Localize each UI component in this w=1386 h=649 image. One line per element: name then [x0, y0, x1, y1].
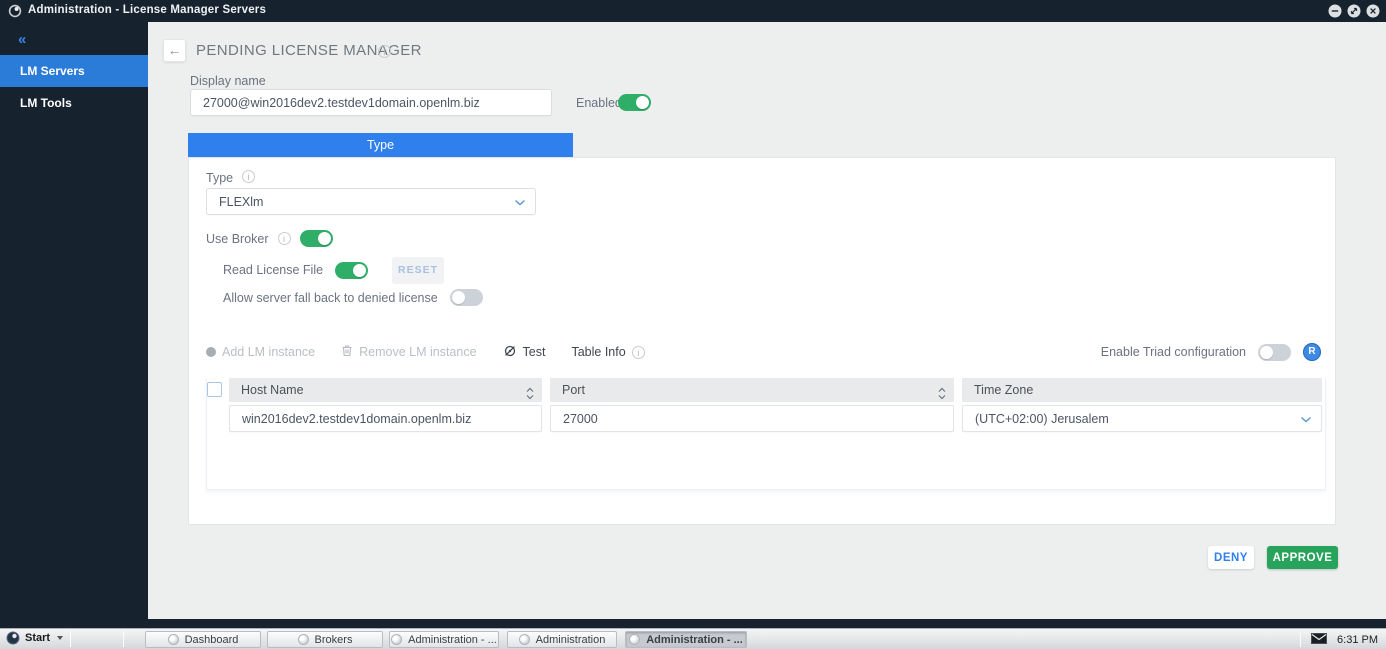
approve-button[interactable]: APPROVE — [1267, 546, 1338, 569]
display-name-input[interactable] — [190, 89, 552, 116]
minimize-icon[interactable] — [1328, 4, 1342, 18]
read-license-file-toggle[interactable] — [335, 262, 368, 279]
taskbar-item-brokers[interactable]: Brokers — [267, 631, 383, 648]
use-broker-info-icon[interactable] — [278, 232, 291, 245]
add-lm-instance-button[interactable]: Add LM instance — [206, 345, 315, 359]
table-info-icon — [632, 346, 645, 359]
sidebar: « LM Servers LM Tools — [0, 22, 148, 628]
r-badge-icon[interactable]: R — [1303, 343, 1321, 361]
window-controls — [1328, 4, 1380, 18]
taskbar-item-dashboard[interactable]: Dashboard — [145, 631, 261, 648]
sidebar-item-lm-servers[interactable]: LM Servers — [0, 55, 148, 87]
type-select-value: FLEXlm — [219, 195, 263, 209]
remove-lm-instance-button[interactable]: Remove LM instance — [341, 344, 476, 360]
lm-instance-table: Host Name Port Time Zone — [206, 378, 1326, 490]
test-icon — [503, 344, 517, 361]
taskbar: Start Dashboard Brokers Administration -… — [0, 628, 1386, 649]
app-icon — [629, 634, 640, 645]
mail-icon[interactable] — [1311, 631, 1327, 649]
window-title: Administration - License Manager Servers — [28, 4, 266, 16]
table-row — [229, 405, 542, 432]
column-header-port[interactable]: Port — [550, 378, 954, 402]
page-info-icon[interactable] — [378, 45, 391, 58]
type-panel: Type FLEXlm Use Broker Read License File… — [188, 157, 1336, 525]
start-caret-icon — [57, 636, 63, 640]
restore-icon[interactable] — [1347, 4, 1361, 18]
column-header-time-zone[interactable]: Time Zone — [962, 378, 1322, 402]
start-button[interactable]: Start — [6, 631, 63, 645]
read-license-file-label: Read License File — [223, 263, 323, 277]
tab-type[interactable]: Type — [188, 133, 573, 157]
title-bar: Administration - License Manager Servers — [0, 0, 1386, 22]
type-label: Type — [206, 171, 233, 185]
triad-config-label: Enable Triad configuration — [1101, 345, 1246, 359]
deny-button[interactable]: DENY — [1208, 546, 1254, 569]
instance-toolbar: Add LM instance Remove LM instance Test — [206, 343, 1321, 361]
use-broker-toggle[interactable] — [300, 230, 333, 247]
port-input[interactable] — [550, 405, 954, 432]
taskbar-clock: 6:31 PM — [1337, 634, 1378, 646]
taskbar-item-administration-2[interactable]: Administration — [507, 631, 617, 648]
taskbar-item-administration-active[interactable]: Administration - ... — [625, 631, 747, 648]
use-broker-label: Use Broker — [206, 232, 269, 246]
enabled-label: Enabled — [576, 96, 622, 110]
fallback-toggle[interactable] — [450, 289, 483, 306]
taskbar-divider — [123, 631, 124, 647]
sidebar-collapse-icon[interactable]: « — [18, 31, 26, 48]
app-icon — [519, 634, 530, 645]
display-name-label: Display name — [190, 74, 266, 88]
type-select[interactable]: FLEXlm — [206, 188, 536, 215]
app-icon — [391, 634, 402, 645]
app-icon — [298, 634, 309, 645]
chevron-down-icon — [1300, 412, 1312, 426]
app-icon — [168, 634, 179, 645]
column-header-host-name[interactable]: Host Name — [229, 378, 542, 402]
taskbar-divider — [70, 631, 71, 647]
app-logo-icon — [8, 4, 22, 23]
add-circle-icon — [206, 347, 216, 357]
sidebar-item-lm-tools[interactable]: LM Tools — [0, 87, 148, 119]
triad-config-toggle[interactable] — [1258, 344, 1291, 361]
tray-divider — [1300, 633, 1301, 647]
chevron-down-icon — [514, 195, 526, 209]
select-all-checkbox[interactable] — [207, 382, 222, 397]
host-name-input[interactable] — [229, 405, 542, 432]
start-logo-icon — [6, 631, 20, 645]
back-button[interactable]: ← — [163, 39, 186, 62]
main-content: ← PENDING LICENSE MANAGER Display name E… — [148, 22, 1386, 619]
time-zone-select[interactable]: (UTC+02:00) Jerusalem — [962, 405, 1322, 432]
fallback-label: Allow server fall back to denied license — [223, 291, 438, 305]
close-icon[interactable] — [1366, 4, 1380, 18]
enabled-toggle[interactable] — [618, 94, 651, 111]
time-zone-value: (UTC+02:00) Jerusalem — [975, 412, 1109, 426]
trash-icon — [341, 344, 353, 360]
reset-button[interactable]: RESET — [392, 257, 444, 283]
type-info-icon[interactable] — [242, 170, 255, 183]
screen: Administration - License Manager Servers… — [0, 0, 1386, 649]
test-button[interactable]: Test — [503, 344, 546, 361]
table-info-button[interactable]: Table Info — [571, 345, 644, 359]
system-tray: 6:31 PM — [1300, 631, 1378, 648]
taskbar-item-administration-1[interactable]: Administration - ... — [389, 631, 499, 648]
